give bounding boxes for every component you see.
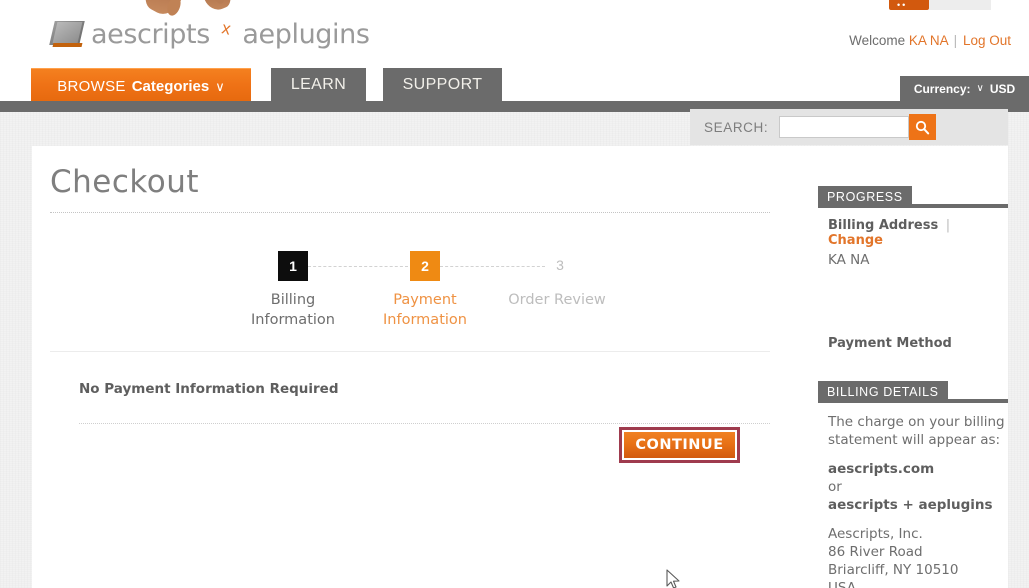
site-logo[interactable]: aescripts x aeplugins [49,14,370,54]
billing-intro-line2: statement will appear as: [828,432,1001,448]
step-3-number: 3 [556,257,564,273]
nav-browse-label: BROWSE [57,78,126,95]
step-1-number-box[interactable]: 1 [278,251,308,281]
billing-city-state-zip: Briarcliff, NY 10510 [828,562,959,578]
billing-details-body: The charge on your billing statement wil… [818,403,1008,588]
nav-learn-label: LEARN [290,76,347,93]
chevron-down-icon: ∨ [976,83,984,94]
billing-details-heading: BILLING DETAILS [818,381,948,403]
billing-address-value: KA NA [828,252,870,268]
step-2-number-box[interactable]: 2 [410,251,440,281]
step-2-label[interactable]: Payment Information [350,290,500,330]
billing-descriptor-or: or [828,479,842,495]
no-payment-message: No Payment Information Required [79,381,339,397]
book-icon [49,21,85,47]
billing-address-separator: | [945,218,951,233]
search-label: SEARCH: [704,119,769,135]
step-1-label-line2: Information [251,312,335,328]
billing-address-row: Billing Address | Change [828,218,1007,248]
logo-word-aescripts: aescripts [91,18,210,50]
progress-section-header: PROGRESS [818,186,1008,208]
logo-word-aeplugins: aeplugins [242,18,370,50]
currency-selector[interactable]: Currency: ∨ USD [900,76,1029,101]
site-header: •• aescripts x aeplugins Welcome KA NA |… [0,0,1029,104]
change-billing-address-link[interactable]: Change [828,233,883,248]
welcome-greeting: Welcome [849,33,906,48]
progress-section-body: Billing Address | Change KA NA Payment M… [818,208,1008,351]
nav-tab-support[interactable]: SUPPORT [383,68,502,102]
checkout-sidebar: PROGRESS Billing Address | Change KA NA … [818,186,1008,588]
step-3-label: Order Review [482,290,632,310]
nav-tab-learn[interactable]: LEARN [271,68,366,102]
continue-divider [79,423,770,424]
title-divider [50,212,770,213]
continue-button[interactable]: CONTINUE [619,427,740,463]
step-2-label-line2: Information [383,312,467,328]
continue-button-label: CONTINUE [622,430,737,460]
currency-value: USD [989,81,1016,96]
billing-details-section: BILLING DETAILS The charge on your billi… [818,381,1008,588]
checkout-steps: 1 2 3 Billing Information Payment Inform… [50,246,770,336]
page-root: •• aescripts x aeplugins Welcome KA NA |… [0,0,1029,588]
nav-support-label: SUPPORT [402,76,483,93]
logout-link[interactable]: Log Out [963,33,1011,48]
progress-heading: PROGRESS [818,186,912,208]
account-link[interactable]: KA NA [909,33,948,48]
step-1-label-line1: Billing [270,292,316,308]
steps-divider [50,351,770,352]
welcome-separator: | [953,33,958,48]
cart-button-partial[interactable]: •• [889,0,929,10]
billing-descriptor-1: aescripts.com [828,461,935,477]
logo-x-icon: x [220,18,233,39]
search-bar: SEARCH: [690,109,1008,145]
step-2-number: 2 [421,258,429,274]
nav-categories-label: Categories [131,78,210,95]
step-1-number: 1 [289,258,297,274]
chevron-down-icon: ∨ [215,78,225,94]
nav-browse-categories[interactable]: BROWSE Categories ∨ [31,68,251,104]
currency-label: Currency: [913,81,971,96]
step-2-label-line1: Payment [393,292,457,308]
content-panel: Checkout 1 2 3 Billing Information Payme… [32,146,1008,588]
step-connector-2-3 [440,266,545,267]
search-button[interactable] [909,114,937,140]
cart-area-background [929,0,991,10]
search-input[interactable] [779,116,910,138]
billing-intro-line1: The charge on your billing [828,414,1005,430]
step-3-label-line1: Order Review [508,292,606,308]
billing-details-section-header: BILLING DETAILS [818,381,1008,403]
welcome-bar: Welcome KA NA | Log Out [849,33,1011,48]
step-1-label[interactable]: Billing Information [218,290,368,330]
billing-address-label: Billing Address [828,218,939,233]
payment-method-label: Payment Method [828,336,952,351]
billing-country: USA [828,580,856,588]
page-title: Checkout [50,164,200,200]
billing-descriptor-2: aescripts + aeplugins [828,497,993,513]
billing-street: 86 River Road [828,544,923,560]
cart-button-dots: •• [897,0,908,10]
billing-company: Aescripts, Inc. [828,526,923,542]
step-connector-1-2 [308,266,408,267]
search-icon [916,120,930,134]
